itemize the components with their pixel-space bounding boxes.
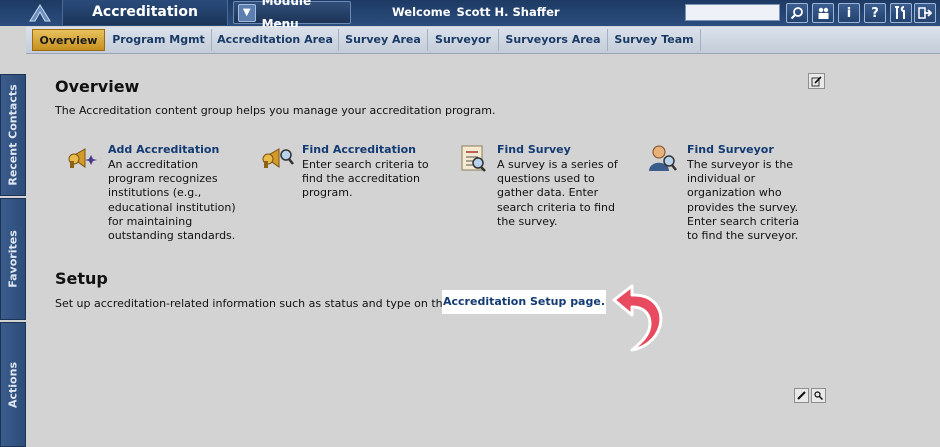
- app-logo-icon[interactable]: [28, 3, 52, 23]
- accreditation-setup-link[interactable]: Accreditation Setup page.: [442, 290, 606, 314]
- tab-bar: Overview Program Mgmt Accreditation Area…: [26, 27, 940, 54]
- welcome-label: Welcome: [392, 5, 451, 19]
- welcome-text: Welcome Scott H. Shaffer: [392, 0, 560, 25]
- bottom-tools: [794, 388, 826, 403]
- people-icon[interactable]: [812, 3, 834, 23]
- find-surveyor-desc: The surveyor is the individual or organi…: [687, 158, 800, 243]
- tab-surveyors-area[interactable]: Surveyors Area: [499, 29, 608, 51]
- info-icon[interactable]: i: [838, 3, 860, 23]
- add-accreditation-link[interactable]: Add Accreditation: [108, 143, 219, 156]
- survey-icon: [461, 145, 486, 172]
- find-surveyor-link[interactable]: Find Surveyor: [687, 143, 774, 156]
- edit-icon[interactable]: [794, 388, 809, 403]
- user-name: Scott H. Shaffer: [456, 5, 560, 19]
- overview-intro: The Accreditation content group helps yo…: [55, 104, 496, 117]
- tab-overview[interactable]: Overview: [32, 29, 105, 51]
- horn-search-icon: [262, 148, 294, 168]
- tab-accreditation-area[interactable]: Accreditation Area: [212, 29, 339, 51]
- horn-add-icon: [68, 148, 97, 168]
- add-accreditation-desc: An accreditation program recognizes inst…: [108, 158, 236, 243]
- top-bar: Accreditation ▼ Module Menu Welcome Scott…: [0, 0, 940, 31]
- edit-page-icon[interactable]: [808, 73, 825, 89]
- side-panel-label: Recent Contacts: [6, 84, 20, 186]
- module-menu-button[interactable]: ▼ Module Menu: [233, 0, 351, 31]
- zoom-icon[interactable]: [811, 388, 826, 403]
- overview-heading: Overview: [55, 77, 140, 96]
- find-survey-desc: A survey is a series of questions used t…: [497, 158, 618, 228]
- side-panel-actions[interactable]: Actions: [0, 322, 26, 447]
- tab-surveyor[interactable]: Surveyor: [428, 29, 499, 51]
- find-accreditation-link[interactable]: Find Accreditation: [302, 143, 416, 156]
- tab-survey-area[interactable]: Survey Area: [339, 29, 428, 51]
- side-panel-label: Favorites: [6, 230, 20, 288]
- app-title: Accreditation: [62, 0, 228, 25]
- chevron-down-icon: ▼: [238, 3, 256, 22]
- side-panel-label: Actions: [6, 361, 20, 408]
- search-input[interactable]: [685, 4, 780, 21]
- find-survey-link[interactable]: Find Survey: [497, 143, 571, 156]
- side-panel-recent-contacts[interactable]: Recent Contacts: [0, 74, 26, 196]
- tab-program-mgmt[interactable]: Program Mgmt: [106, 29, 212, 51]
- find-accreditation-desc: Enter search criteria to find the accred…: [302, 158, 429, 200]
- surveyor-icon: [649, 145, 677, 171]
- search-icon[interactable]: [786, 3, 808, 23]
- main-content: Overview The Accreditation content group…: [26, 55, 940, 447]
- help-icon[interactable]: ?: [864, 3, 886, 23]
- tab-survey-team[interactable]: Survey Team: [608, 29, 701, 51]
- setup-heading: Setup: [55, 269, 108, 288]
- tools-icon[interactable]: [890, 3, 912, 23]
- setup-text: Set up accreditation-related information…: [55, 297, 450, 310]
- curved-arrow-icon: [612, 284, 663, 352]
- logout-icon[interactable]: [914, 3, 936, 23]
- side-panel-favorites[interactable]: Favorites: [0, 198, 26, 320]
